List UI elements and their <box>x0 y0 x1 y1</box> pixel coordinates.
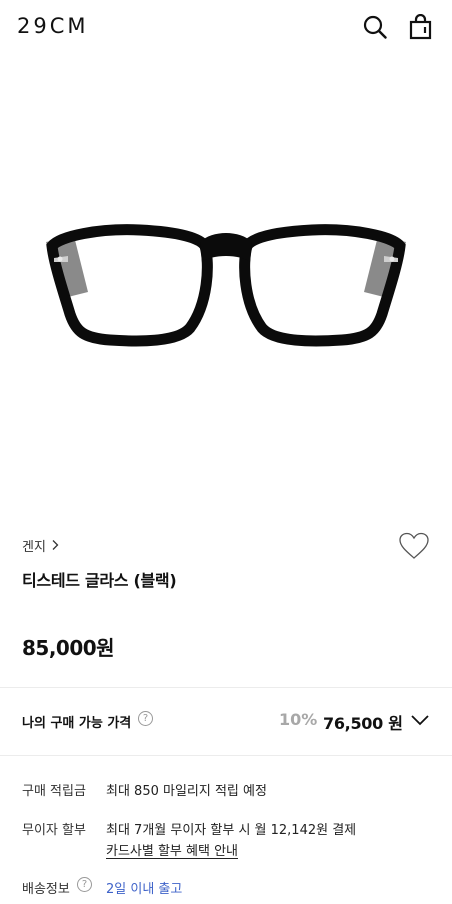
wishlist-button[interactable] <box>398 532 430 560</box>
app-header: 29CM <box>0 0 452 54</box>
points-value: 최대 850 마일리지 적립 예정 <box>106 784 267 799</box>
search-icon <box>363 15 387 39</box>
logo[interactable]: 29CM <box>17 14 89 38</box>
product-price: 85,000원 <box>22 636 115 660</box>
cart-button[interactable] <box>408 13 434 40</box>
points-label: 구매 적립금 <box>22 784 86 799</box>
shopping-bag-icon <box>409 13 432 40</box>
my-price-row[interactable]: 나의 구매 가능 가격 ? 10% 76,500 원 <box>0 688 452 754</box>
search-button[interactable] <box>362 14 388 40</box>
brand-name: 겐지 <box>22 539 46 555</box>
chevron-down-icon[interactable] <box>410 713 430 727</box>
card-installment-link[interactable]: 카드사별 할부 혜택 안내 <box>106 840 238 859</box>
product-image[interactable] <box>0 54 452 524</box>
discount-rate: 10% <box>279 710 318 729</box>
help-icon[interactable]: ? <box>77 877 92 892</box>
final-price: 76,500 원 <box>323 714 403 733</box>
brand-link[interactable]: 겐지 <box>22 536 60 555</box>
heart-outline-icon <box>399 532 429 559</box>
shipping-value: 2일 이내 출고 <box>106 882 183 897</box>
shipping-label: 배송정보 <box>22 882 70 897</box>
help-icon[interactable]: ? <box>138 711 153 726</box>
glasses-image <box>46 224 406 347</box>
installment-label: 무이자 할부 <box>22 823 86 838</box>
installment-value: 최대 7개월 무이자 할부 시 월 12,142원 결제 <box>106 823 357 838</box>
product-title: 티스테드 글라스 (블랙) <box>22 571 177 590</box>
my-price-label: 나의 구매 가능 가격 <box>22 716 132 731</box>
divider <box>0 755 452 756</box>
chevron-right-icon <box>52 540 59 550</box>
